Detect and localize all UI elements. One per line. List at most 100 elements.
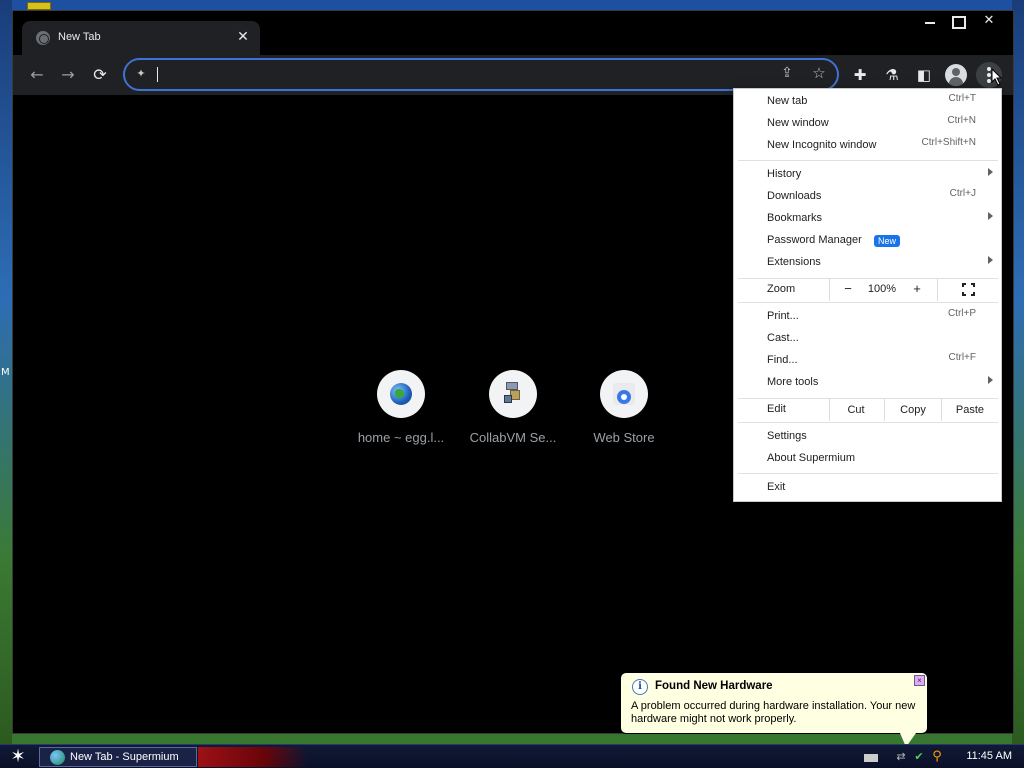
taskbar-button-label: New Tab - Supermium <box>70 751 179 763</box>
new-badge: New <box>874 235 901 247</box>
shortcut-collabvm[interactable]: CollabVM Se... <box>457 370 569 450</box>
zoom-in-button[interactable]: + <box>907 281 927 296</box>
menu-item-shortcut: Ctrl+P <box>947 308 976 319</box>
network-tray-icon[interactable]: ⇄ <box>894 750 908 764</box>
zoom-row: Zoom − 100% + <box>734 279 1001 301</box>
menu-item-label: Bookmarks <box>767 212 823 224</box>
profile-avatar-icon[interactable] <box>945 64 967 86</box>
globe-favicon-icon <box>36 31 50 45</box>
collabvm-icon <box>504 382 522 404</box>
menu-item-new-incognito-window[interactable]: New Incognito window Ctrl+Shift+N <box>734 134 1001 156</box>
tab-title: New Tab <box>58 31 101 43</box>
globe-icon <box>390 383 412 405</box>
balloon-message: A problem occurred during hardware insta… <box>631 700 916 725</box>
menu-item-label: Password Manager <box>767 234 862 246</box>
desktop-edge-text: M <box>1 367 10 378</box>
back-button[interactable]: ← <box>25 63 49 87</box>
desktop-folder-icon[interactable] <box>27 2 51 10</box>
tab-close-icon[interactable]: ✕ <box>234 28 252 46</box>
side-panel-icon[interactable]: ◧ <box>912 63 936 87</box>
shortcut-tile <box>489 370 537 418</box>
menu-item-new-window[interactable]: New window Ctrl+N <box>734 112 1001 134</box>
close-window-button[interactable]: ✕ <box>974 13 1004 31</box>
menu-divider <box>738 473 998 474</box>
menu-item-label: Extensions <box>767 256 821 268</box>
reload-button[interactable]: ⟳ <box>88 63 112 87</box>
balloon-title: Found New Hardware <box>655 680 773 692</box>
shortcut-label: home ~ egg.l... <box>357 430 445 445</box>
zoom-label: Zoom <box>767 283 796 295</box>
extensions-puzzle-icon[interactable]: ✚ <box>848 63 872 87</box>
menu-item-shortcut: Ctrl+J <box>949 188 976 199</box>
system-tray: ⇄ ✔ ⚲ 11:45 AM <box>854 745 1024 768</box>
title-bar: New Tab ✕ ✕ <box>13 11 1013 55</box>
menu-item-print[interactable]: Print... Ctrl+P <box>734 305 1001 327</box>
menu-item-cast[interactable]: Cast... <box>734 327 1001 349</box>
search-tray-icon[interactable]: ⚲ <box>930 750 944 764</box>
submenu-arrow-icon <box>988 168 993 176</box>
menu-item-shortcut: Ctrl+T <box>948 93 977 104</box>
fullscreen-icon[interactable] <box>962 283 975 296</box>
maximize-button[interactable] <box>943 13 971 31</box>
menu-item-label: History <box>767 168 802 180</box>
info-icon: i <box>632 679 648 695</box>
balloon-close-button[interactable]: × <box>914 675 925 686</box>
menu-item-label: New window <box>767 117 829 129</box>
bookmark-star-icon[interactable]: ☆ <box>809 64 829 84</box>
submenu-arrow-icon <box>988 376 993 384</box>
edit-row: Edit Cut Copy Paste <box>734 399 1001 421</box>
hardware-tray-icon[interactable]: ✔ <box>912 750 926 764</box>
menu-item-find[interactable]: Find... Ctrl+F <box>734 349 1001 371</box>
address-bar[interactable]: ✦ ⇪ ☆ <box>123 58 839 91</box>
share-icon[interactable]: ⇪ <box>777 65 797 85</box>
menu-item-about[interactable]: About Supermium <box>734 447 1001 469</box>
menu-item-downloads[interactable]: Downloads Ctrl+J <box>734 185 1001 207</box>
menu-item-shortcut: Ctrl+F <box>948 352 977 363</box>
start-button[interactable]: ✶ <box>4 746 32 768</box>
menu-item-label: More tools <box>767 376 819 388</box>
menu-item-settings[interactable]: Settings <box>734 425 1001 447</box>
menu-item-shortcut: Ctrl+N <box>947 115 976 126</box>
menu-item-shortcut: Ctrl+Shift+N <box>921 137 976 148</box>
forward-button[interactable]: → <box>56 63 80 87</box>
zoom-divider <box>829 279 830 301</box>
keyboard-tray-icon[interactable] <box>864 754 878 762</box>
text-caret <box>157 67 158 82</box>
mouse-cursor-icon <box>991 68 1003 86</box>
menu-divider <box>738 160 998 161</box>
menu-item-exit[interactable]: Exit <box>734 476 1001 498</box>
edit-label: Edit <box>767 403 786 415</box>
shortcut-web-store[interactable]: Web Store <box>568 370 680 450</box>
puzzle-site-icon[interactable]: ✦ <box>134 67 148 81</box>
menu-item-password-manager[interactable]: Password Manager New <box>734 229 1001 251</box>
shortcut-tile <box>600 370 648 418</box>
menu-divider <box>738 302 998 303</box>
submenu-arrow-icon <box>988 212 993 220</box>
shortcut-home[interactable]: home ~ egg.l... <box>345 370 457 450</box>
menu-item-bookmarks[interactable]: Bookmarks <box>734 207 1001 229</box>
cut-button[interactable]: Cut <box>830 404 882 416</box>
hardware-notification-balloon[interactable]: i Found New Hardware × A problem occurre… <box>620 672 928 734</box>
menu-item-label: New tab <box>767 95 808 107</box>
menu-item-label: New Incognito window <box>767 139 877 151</box>
zoom-out-button[interactable]: − <box>838 281 858 296</box>
taskbar-decoration <box>198 747 308 767</box>
taskbar: ✶ New Tab - Supermium ⇄ ✔ ⚲ 11:45 AM <box>0 744 1024 768</box>
menu-item-label: Settings <box>767 430 807 442</box>
minimize-button[interactable] <box>916 13 944 31</box>
paste-button[interactable]: Paste <box>942 404 998 416</box>
menu-item-new-tab[interactable]: New tab Ctrl+T <box>734 90 1001 112</box>
menu-item-history[interactable]: History <box>734 163 1001 185</box>
tab-new-tab[interactable]: New Tab ✕ <box>22 21 260 55</box>
taskbar-button-supermium[interactable]: New Tab - Supermium <box>39 747 197 767</box>
labs-flask-icon[interactable]: ⚗ <box>880 63 904 87</box>
clock[interactable]: 11:45 AM <box>966 750 1012 762</box>
menu-item-label: Print... <box>767 310 799 322</box>
menu-item-extensions[interactable]: Extensions <box>734 251 1001 273</box>
copy-button[interactable]: Copy <box>885 404 941 416</box>
main-menu: New tab Ctrl+T New window Ctrl+N New Inc… <box>733 88 1002 502</box>
menu-divider <box>738 422 998 423</box>
shortcut-label: Web Store <box>593 430 655 445</box>
submenu-arrow-icon <box>988 256 993 264</box>
menu-item-more-tools[interactable]: More tools <box>734 371 1001 393</box>
